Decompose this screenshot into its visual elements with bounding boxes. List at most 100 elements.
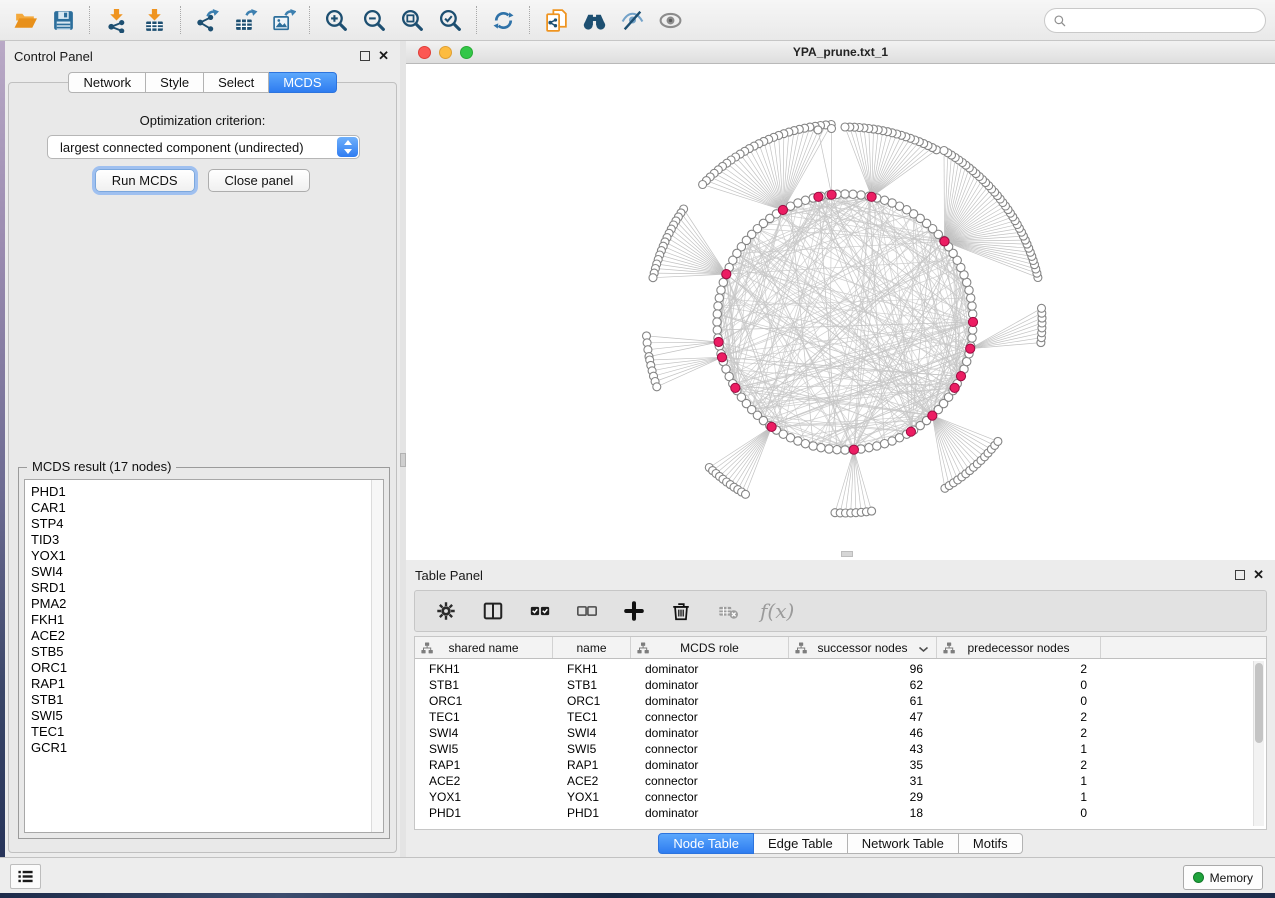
- tab-select[interactable]: Select: [204, 72, 269, 93]
- list-item[interactable]: STP4: [25, 516, 383, 532]
- table-scrollbar[interactable]: [1253, 661, 1264, 826]
- cell-name: ACE2: [567, 773, 631, 789]
- list-item[interactable]: YOX1: [25, 548, 383, 564]
- save-button[interactable]: [44, 3, 82, 37]
- mcds-result-list[interactable]: PHD1CAR1STP4TID3YOX1SWI4SRD1PMA2FKH1ACE2…: [24, 479, 384, 833]
- table-scrollbar-thumb[interactable]: [1255, 663, 1263, 743]
- list-item[interactable]: CAR1: [25, 500, 383, 516]
- network-nodes[interactable]: [643, 121, 1047, 518]
- list-item[interactable]: TEC1: [25, 724, 383, 740]
- open-folder-button[interactable]: [6, 3, 44, 37]
- close-panel-button[interactable]: Close panel: [208, 169, 311, 192]
- column-header-MCDS-role[interactable]: MCDS role: [631, 637, 789, 658]
- column-header-name[interactable]: name: [553, 637, 631, 658]
- export-network-button[interactable]: [188, 3, 226, 37]
- column-header-label: MCDS role: [680, 641, 739, 655]
- float-panel-icon[interactable]: [360, 51, 370, 61]
- float-panel-icon[interactable]: [1235, 570, 1245, 580]
- zoom-fit-button[interactable]: [393, 3, 431, 37]
- show-graphics-details-button[interactable]: [651, 3, 689, 37]
- list-item[interactable]: STB1: [25, 692, 383, 708]
- split-panel-button[interactable]: [478, 596, 508, 626]
- table-body: FKH1FKH1dominator962STB1STB1dominator620…: [415, 659, 1266, 829]
- list-item[interactable]: RAP1: [25, 676, 383, 692]
- cell-shared-name: SWI4: [429, 725, 553, 741]
- tab-edge-table[interactable]: Edge Table: [754, 833, 848, 854]
- table-row[interactable]: SWI5SWI5connector431: [415, 741, 1266, 757]
- delete-column-button[interactable]: [666, 596, 696, 626]
- column-header-successor-nodes[interactable]: successor nodes: [789, 637, 937, 658]
- network-canvas[interactable]: [406, 64, 1275, 560]
- tree-icon: [795, 642, 807, 654]
- network-view-titlebar[interactable]: YPA_prune.txt_1: [406, 41, 1275, 64]
- list-item[interactable]: PMA2: [25, 596, 383, 612]
- tab-motifs[interactable]: Motifs: [959, 833, 1023, 854]
- table-row[interactable]: TEC1TEC1connector472: [415, 709, 1266, 725]
- list-item[interactable]: SRD1: [25, 580, 383, 596]
- toolbar-separator: [529, 6, 530, 34]
- tab-network[interactable]: Network: [68, 72, 146, 93]
- tab-mcds[interactable]: MCDS: [269, 72, 336, 93]
- zoom-selected-button[interactable]: [431, 3, 469, 37]
- cell-predecessor-nodes: 1: [937, 773, 1087, 789]
- list-item[interactable]: FKH1: [25, 612, 383, 628]
- window-list-button[interactable]: [10, 864, 41, 889]
- cell-successor-nodes: 47: [789, 709, 923, 725]
- column-header-predecessor-nodes[interactable]: predecessor nodes: [937, 637, 1101, 658]
- toolbar-separator: [309, 6, 310, 34]
- table-row[interactable]: RAP1RAP1dominator352: [415, 757, 1266, 773]
- cell-mcds-role: connector: [645, 741, 789, 757]
- zoom-out-icon: [362, 8, 387, 33]
- table-row[interactable]: STB1STB1dominator620: [415, 677, 1266, 693]
- toolbar-separator: [180, 6, 181, 34]
- close-panel-icon[interactable]: ✕: [1253, 567, 1264, 583]
- tab-node-table[interactable]: Node Table: [658, 833, 754, 854]
- hide-graphics-details-button[interactable]: [613, 3, 651, 37]
- table-row[interactable]: ACE2ACE2connector311: [415, 773, 1266, 789]
- table-row[interactable]: YOX1YOX1connector291: [415, 789, 1266, 805]
- run-mcds-button[interactable]: Run MCDS: [95, 169, 195, 192]
- add-column-button[interactable]: [619, 596, 649, 626]
- criterion-dropdown[interactable]: largest connected component (undirected): [47, 135, 360, 159]
- deselect-all-checkboxes-button[interactable]: [572, 596, 602, 626]
- result-list-scrollbar[interactable]: [371, 480, 383, 832]
- refresh-icon: [491, 8, 516, 33]
- tab-style[interactable]: Style: [146, 72, 204, 93]
- duplicate-network-button[interactable]: [537, 3, 575, 37]
- column-header-label: shared name: [448, 641, 518, 655]
- import-table-button[interactable]: [135, 3, 173, 37]
- select-all-checkboxes-button[interactable]: [525, 596, 555, 626]
- list-item[interactable]: ACE2: [25, 628, 383, 644]
- refresh-button[interactable]: [484, 3, 522, 37]
- binoculars-button[interactable]: [575, 3, 613, 37]
- zoom-in-button[interactable]: [317, 3, 355, 37]
- list-item[interactable]: ORC1: [25, 660, 383, 676]
- memory-button[interactable]: Memory: [1183, 865, 1263, 890]
- search-icon: [1053, 14, 1067, 28]
- search-input[interactable]: [1067, 11, 1265, 31]
- network-graph: [406, 64, 1275, 560]
- table-row[interactable]: ORC1ORC1dominator610: [415, 693, 1266, 709]
- import-network-button[interactable]: [97, 3, 135, 37]
- cell-name: ORC1: [567, 693, 631, 709]
- canvas-splitter-handle[interactable]: [841, 551, 853, 557]
- list-item[interactable]: STB5: [25, 644, 383, 660]
- table-row[interactable]: SWI4SWI4dominator462: [415, 725, 1266, 741]
- list-item[interactable]: GCR1: [25, 740, 383, 756]
- settings-gear-button[interactable]: [431, 596, 461, 626]
- export-table-button[interactable]: [226, 3, 264, 37]
- close-panel-icon[interactable]: ✕: [378, 48, 389, 64]
- list-item[interactable]: SWI5: [25, 708, 383, 724]
- list-item[interactable]: TID3: [25, 532, 383, 548]
- search-box[interactable]: [1044, 8, 1266, 33]
- column-header-shared-name[interactable]: shared name: [415, 637, 553, 658]
- zoom-out-button[interactable]: [355, 3, 393, 37]
- memory-status-icon: [1193, 872, 1204, 883]
- table-row[interactable]: PHD1PHD1dominator180: [415, 805, 1266, 821]
- list-item[interactable]: PHD1: [25, 484, 383, 500]
- export-image-button[interactable]: [264, 3, 302, 37]
- table-row[interactable]: FKH1FKH1dominator962: [415, 661, 1266, 677]
- toolbar-separator: [89, 6, 90, 34]
- list-item[interactable]: SWI4: [25, 564, 383, 580]
- tab-network-table[interactable]: Network Table: [848, 833, 959, 854]
